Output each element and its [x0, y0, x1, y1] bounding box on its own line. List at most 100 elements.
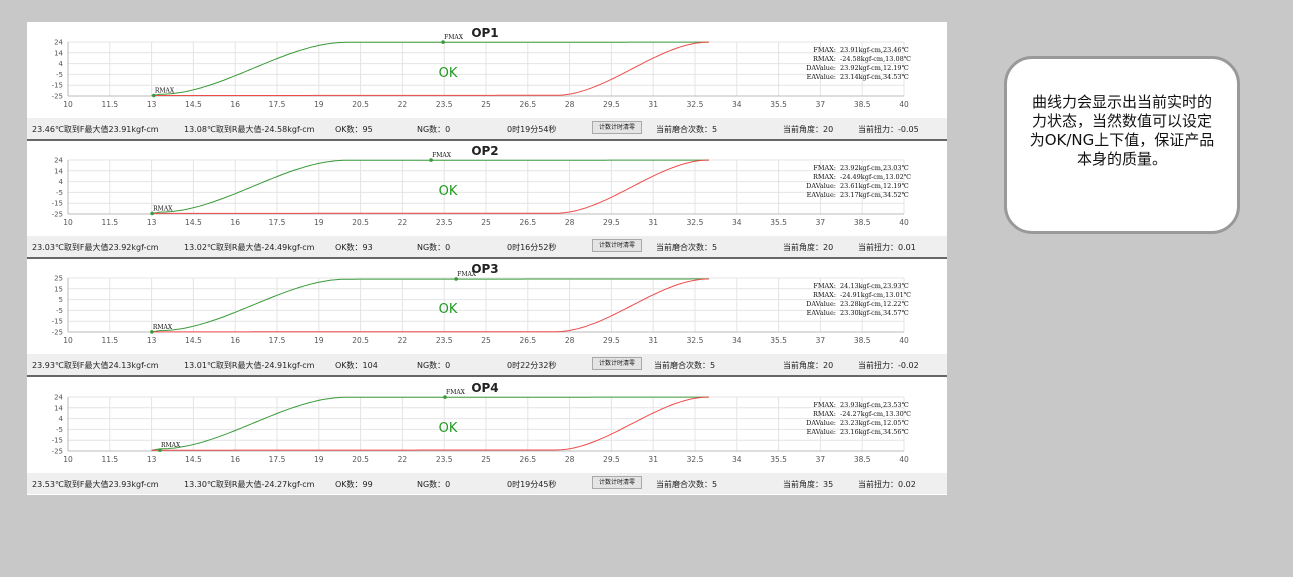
x-tick-label: 23.5 [436, 100, 453, 109]
x-tick-label: 31 [648, 336, 658, 345]
current-torque: 当前扭力：0.01 [858, 243, 916, 252]
y-tick-label: 4 [59, 415, 64, 423]
x-tick-label: 40 [899, 455, 909, 464]
y-tick-label: -5 [56, 71, 63, 79]
chart-title: OP4 [471, 381, 498, 395]
x-tick-label: 11.5 [101, 218, 118, 227]
ng-count: NG数：0 [417, 361, 451, 370]
legend-key: RMAX: [813, 291, 836, 299]
y-tick-label: 14 [54, 49, 63, 57]
legend-value: 23.61kgf-cm,12.19℃ [840, 182, 909, 190]
x-tick-label: 11.5 [101, 336, 118, 345]
legend-key: DAValue: [806, 300, 836, 308]
rmax-label: RMAX [153, 324, 173, 331]
reset-counter-button[interactable]: 计数计时清零 [592, 121, 642, 134]
reset-counter-button[interactable]: 计数计时清零 [592, 476, 642, 489]
legend-line: FMAX: [813, 164, 836, 172]
force-chart-op1: 24 14 4 -5 -15 -2510 11.5 13 14.5 16 17.5 19 20.5 22 2… [52, 26, 911, 109]
x-tick-label: 14.5 [185, 100, 202, 109]
mesh-count: 当前磨合次数：5 [656, 480, 718, 489]
x-tick-label: 19 [314, 100, 324, 109]
y-tick-label: -15 [52, 82, 63, 90]
y-tick-label: -25 [52, 211, 63, 219]
x-tick-label: 32.5 [687, 218, 704, 227]
ng-count: NG数：0 [417, 243, 451, 252]
rmax-label: RMAX [161, 442, 181, 449]
mesh-count: 当前磨合次数：5 [656, 243, 718, 252]
current-angle: 当前角度：20 [783, 361, 834, 370]
x-tick-label: 25 [481, 100, 491, 109]
x-tick-label: 37 [816, 218, 826, 227]
legend-key: FMAX: [813, 282, 836, 290]
legend-value: -24.91kgf-cm,13.01℃ [840, 291, 911, 299]
x-tick-label: 28 [565, 100, 575, 109]
x-tick-label: 29.5 [603, 336, 620, 345]
op-section-1: 24 14 4 -5 -15 -25 10 11.5 13 14.5 16 17.5 19 20.5 22 2… [27, 22, 947, 139]
current-torque: 当前扭力：-0.02 [858, 361, 919, 370]
legend-value: 23.30kgf-cm,34.57℃ [840, 309, 909, 317]
legend-key: RMAX: [813, 410, 836, 418]
ok-count: OK数：95 [335, 125, 373, 134]
legend-key: RMAX: [813, 55, 836, 63]
y-tick-label: 25 [54, 275, 63, 283]
legend-line: RMAX: [813, 291, 836, 299]
x-tick-label: 22 [398, 455, 408, 464]
elapsed-time: 0时16分52秒 [507, 243, 557, 252]
x-tick-label: 17.5 [269, 336, 286, 345]
x-tick-label: 20.5 [352, 336, 369, 345]
legend-key: DAValue: [806, 182, 836, 190]
legend-value: 23.91kgf-cm,23.46℃ [840, 46, 909, 54]
op-section-3: 25 15 5 -5 -15 -25 10 11.5 13 14.5 16 17.5 19 20.5 22 2… [27, 258, 947, 375]
x-tick-label: 11.5 [101, 100, 118, 109]
status-bar-op3: 23.93℃取到F最大值24.13kgf-cm 13.01℃取到R最大值-24.… [27, 354, 947, 375]
legend-value: -24.27kgf-cm,13.30℃ [840, 410, 911, 418]
x-tick-label: 20.5 [352, 455, 369, 464]
legend-key: EAValue: [807, 428, 836, 436]
op-section-4: 24 14 4 -5 -15 -25 10 11.5 13 14.5 16 17.5 19 20.5 22 2… [27, 377, 947, 494]
y-tick-label: -5 [56, 426, 63, 434]
reset-counter-button[interactable]: 计数计时清零 [592, 357, 642, 370]
x-tick-label: 40 [899, 336, 909, 345]
legend-value: 23.14kgf-cm,34.53℃ [840, 73, 909, 81]
y-tick-label: 24 [54, 39, 63, 47]
x-tick-label: 38.5 [854, 455, 871, 464]
y-tick-label: -25 [52, 448, 63, 456]
legend-line: FMAX: [813, 401, 836, 409]
x-tick-label: 10 [63, 336, 73, 345]
result-ok-label: OK [439, 421, 458, 436]
elapsed-time: 0时19分54秒 [507, 125, 557, 134]
legend-key: EAValue: [807, 191, 836, 199]
x-tick-label: 19 [314, 455, 324, 464]
legend-key: DAValue: [806, 64, 836, 72]
reset-counter-button[interactable]: 计数计时清零 [592, 239, 642, 252]
y-tick-label: 14 [54, 167, 63, 175]
x-tick-label: 40 [899, 100, 909, 109]
x-tick-label: 25 [481, 455, 491, 464]
x-tick-label: 38.5 [854, 218, 871, 227]
legend-value: 23.28kgf-cm,12.22℃ [840, 300, 909, 308]
y-tick-label: -25 [52, 329, 63, 337]
current-angle: 当前角度：35 [783, 480, 834, 489]
y-tick-label: -15 [52, 318, 63, 326]
legend-line: RMAX: [813, 410, 836, 418]
x-tick-label: 28 [565, 218, 575, 227]
x-tick-label: 26.5 [519, 100, 536, 109]
r-max-text: 13.08℃取到R最大值-24.58kgf-cm [184, 125, 315, 134]
legend-key: FMAX: [813, 46, 836, 54]
x-tick-label: 17.5 [269, 218, 286, 227]
x-tick-label: 26.5 [519, 218, 536, 227]
force-chart-op3: 25 15 5 -5 -15 -2510 11.5 13 14.5 16 17.5 19 20.5 22 2… [52, 262, 911, 345]
fmax-label: FMAX [432, 152, 452, 159]
legend-value: 24.13kgf-cm,23.93℃ [840, 282, 909, 290]
legend-line: FMAX: [813, 282, 836, 290]
legend-value: 23.23kgf-cm,12.05℃ [840, 419, 909, 427]
mesh-count: 当前磨合次数：5 [654, 361, 716, 370]
y-tick-label: 4 [59, 60, 64, 68]
fmax-label: FMAX [446, 389, 466, 396]
legend-value: 23.92kgf-cm,12.19℃ [840, 64, 909, 72]
current-angle: 当前角度：20 [783, 125, 834, 134]
x-tick-label: 31 [648, 455, 658, 464]
r-max-text: 13.01℃取到R最大值-24.91kgf-cm [184, 361, 315, 370]
legend-line: RMAX: [813, 173, 836, 181]
x-tick-label: 35.5 [770, 100, 787, 109]
